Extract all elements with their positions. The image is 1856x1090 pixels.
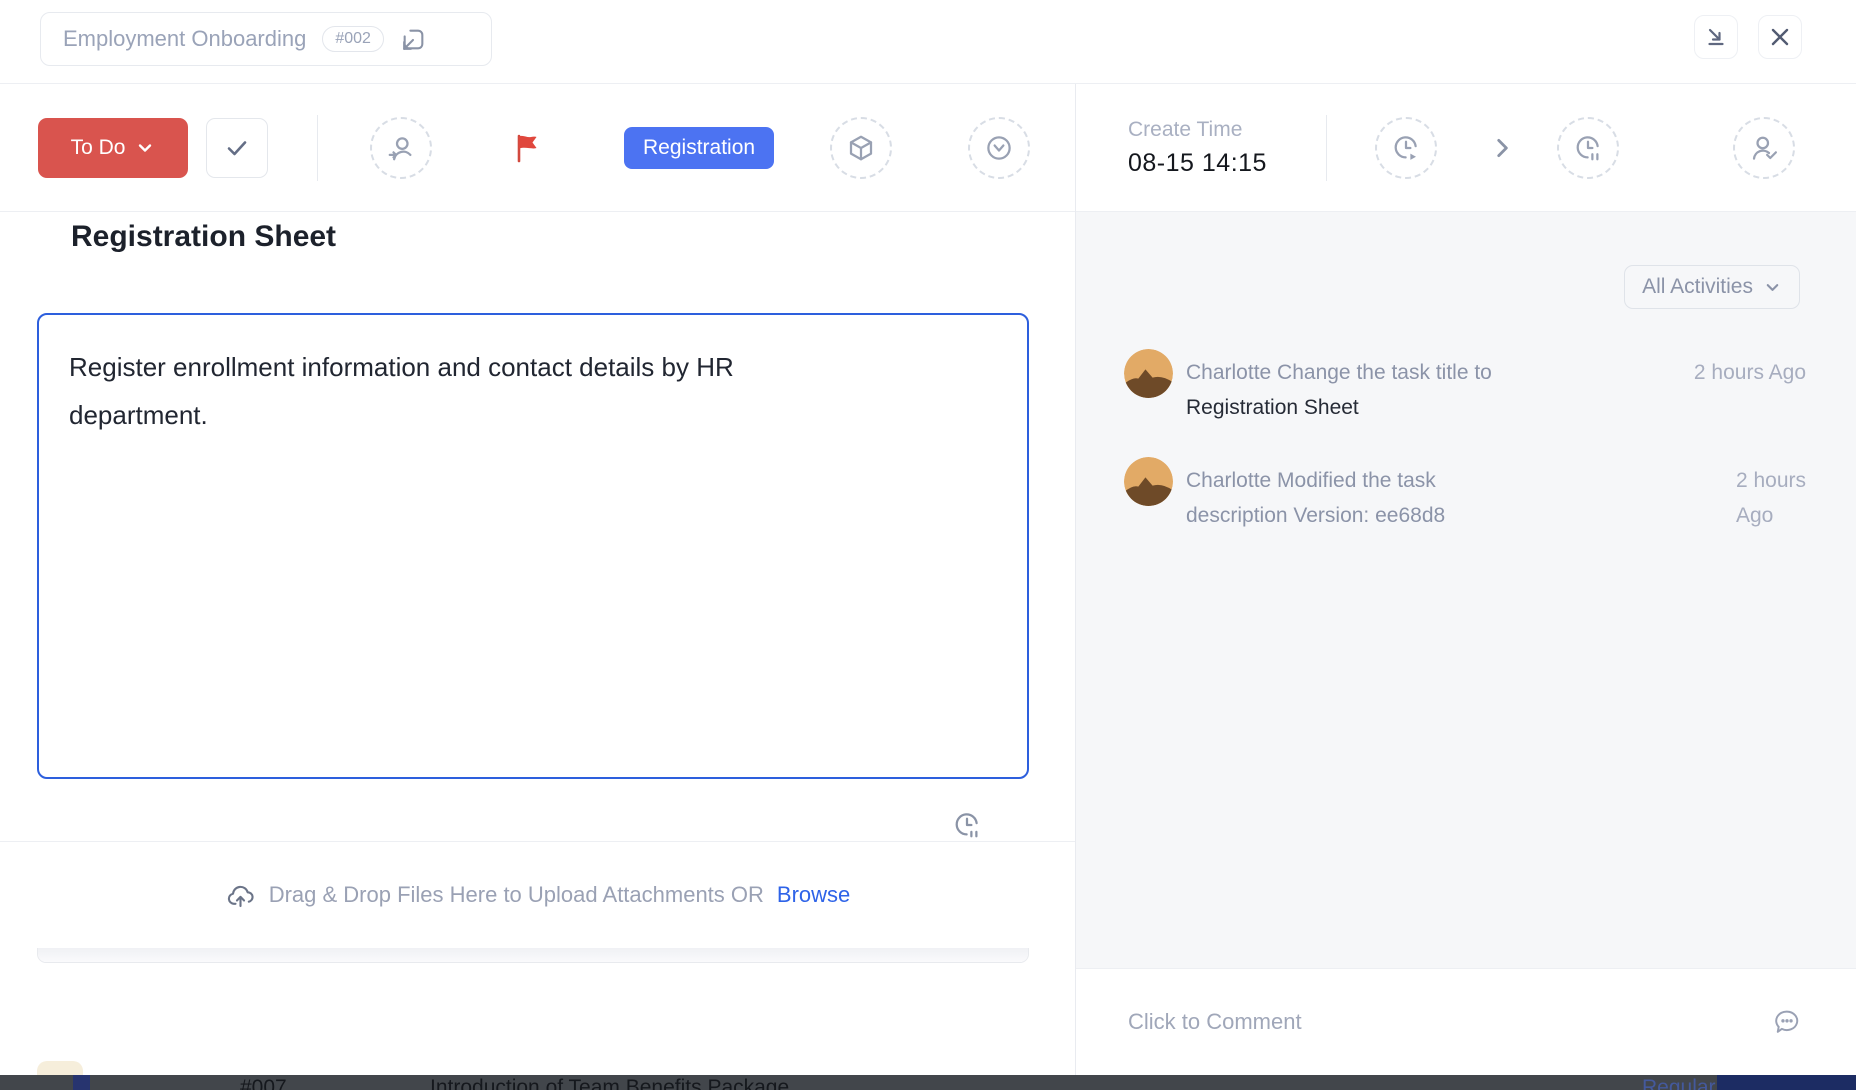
description-history-icon[interactable]	[952, 810, 982, 840]
activity-text: Charlotte Modified the task description …	[1186, 457, 1726, 533]
task-breadcrumb[interactable]: Employment Onboarding #002	[40, 12, 492, 66]
comment-bubble-icon[interactable]	[1772, 1007, 1802, 1037]
create-time-value: 08-15 14:15	[1128, 149, 1326, 178]
activity-filter-label: All Activities	[1642, 275, 1753, 299]
toolbar-divider	[317, 115, 318, 181]
close-icon	[1768, 25, 1792, 49]
background-avatar-peek	[37, 1061, 83, 1076]
clock-end-icon	[1573, 133, 1603, 163]
background-row-title: Introduction of Team Benefits Package	[430, 1076, 789, 1090]
task-pane: To Do Registration	[0, 84, 1075, 1075]
complete-task-button[interactable]	[206, 118, 268, 178]
create-time-block: Create Time 08-15 14:15	[1128, 118, 1326, 178]
cube-icon	[846, 133, 876, 163]
top-bar: Employment Onboarding #002	[0, 0, 1856, 84]
background-badge-block	[1717, 1075, 1856, 1090]
activity-line: Charlotte Change the task title to	[1186, 355, 1684, 390]
create-time-label: Create Time	[1128, 118, 1326, 142]
activity-feed: All Activities Charlotte Change the task…	[1076, 212, 1856, 968]
status-label: To Do	[71, 136, 126, 160]
reviewer-person-icon	[1749, 133, 1779, 163]
task-toolbar: To Do Registration	[0, 84, 1075, 212]
add-reviewer-button[interactable]	[1733, 117, 1795, 179]
task-content: Registration Sheet Register enrollment i…	[0, 212, 1075, 948]
activity-line: description Version: ee68d8	[1186, 498, 1726, 533]
activity-filter-dropdown[interactable]: All Activities	[1624, 265, 1800, 309]
toolbar-divider	[1326, 115, 1327, 181]
attachment-dropzone[interactable]: Drag & Drop Files Here to Upload Attachm…	[0, 841, 1075, 948]
add-checklist-button[interactable]	[968, 117, 1030, 179]
comment-placeholder: Click to Comment	[1128, 1009, 1772, 1035]
background-row-id: #007	[240, 1076, 287, 1090]
browse-link[interactable]: Browse	[777, 882, 850, 908]
end-time-button[interactable]	[1557, 117, 1619, 179]
tag-registration[interactable]: Registration	[624, 127, 774, 169]
jump-to-task-icon[interactable]	[400, 26, 427, 53]
check-icon	[223, 134, 251, 162]
window-actions	[1694, 15, 1802, 59]
assignee-person-icon	[386, 133, 416, 163]
status-dropdown[interactable]: To Do	[38, 118, 188, 178]
background-page-strip: #007 Introduction of Team Benefits Packa…	[0, 1075, 1856, 1090]
minimize-icon	[1704, 25, 1728, 49]
chevron-right-icon	[1489, 135, 1515, 161]
description-text: Register enrollment information and cont…	[69, 343, 829, 439]
time-toolbar: Create Time 08-15 14:15	[1076, 84, 1856, 212]
close-button[interactable]	[1758, 15, 1802, 59]
activity-timestamp: 2 hours Ago	[1694, 349, 1806, 425]
chevron-down-icon	[135, 138, 155, 158]
tag-label: Registration	[643, 136, 755, 160]
activity-item: Charlotte Change the task title to Regis…	[1124, 349, 1806, 425]
avatar[interactable]	[1124, 349, 1173, 398]
clock-start-icon	[1391, 133, 1421, 163]
comment-input[interactable]: Click to Comment	[1076, 968, 1856, 1075]
start-time-button[interactable]	[1375, 117, 1437, 179]
activity-timestamp: 2 hours Ago	[1736, 457, 1806, 533]
task-breadcrumb-title: Employment Onboarding	[63, 26, 306, 52]
task-id-badge: #002	[322, 26, 384, 52]
activity-text: Charlotte Change the task title to Regis…	[1186, 349, 1684, 425]
add-module-button[interactable]	[830, 117, 892, 179]
activity-line: Charlotte Modified the task	[1186, 463, 1726, 498]
task-title[interactable]: Registration Sheet	[71, 220, 336, 254]
activity-pane: Create Time 08-15 14:15	[1075, 84, 1856, 1075]
add-assignee-button[interactable]	[370, 117, 432, 179]
priority-flag-icon[interactable]	[511, 132, 543, 164]
description-editor[interactable]: Register enrollment information and cont…	[37, 313, 1029, 779]
chevron-down-icon	[1763, 278, 1782, 297]
avatar[interactable]	[1124, 457, 1173, 506]
background-row-badge: Regular	[1642, 1076, 1716, 1090]
activity-item: Charlotte Modified the task description …	[1124, 457, 1806, 533]
circled-v-icon	[984, 133, 1014, 163]
minimize-button[interactable]	[1694, 15, 1738, 59]
activity-highlight: Registration Sheet	[1186, 390, 1684, 425]
dropzone-text: Drag & Drop Files Here to Upload Attachm…	[269, 882, 764, 908]
cloud-upload-icon	[225, 880, 256, 911]
